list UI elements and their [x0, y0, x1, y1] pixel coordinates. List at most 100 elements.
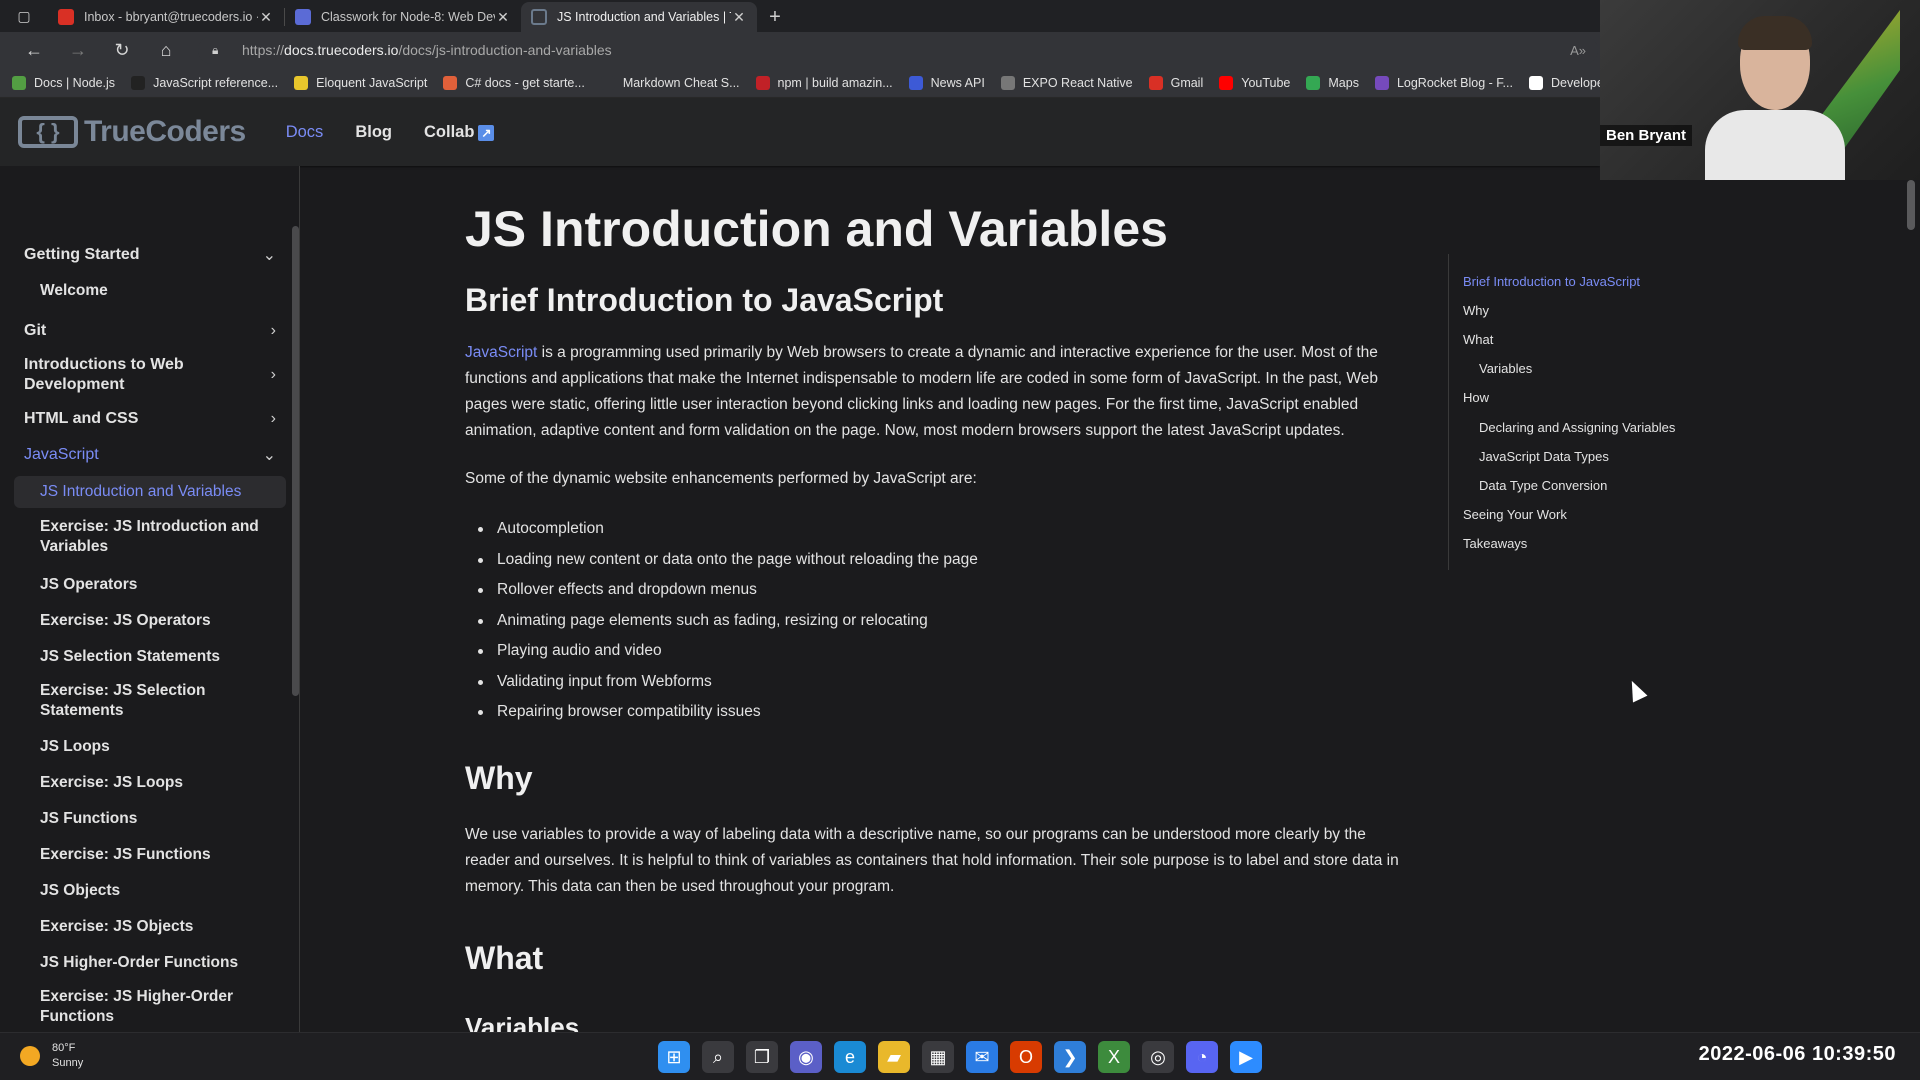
address-bar[interactable]: 🔒︎ https://docs.truecoders.io/docs/js-in…: [198, 36, 1598, 64]
bookmark-favicon-icon: [908, 75, 923, 90]
bookmark-item[interactable]: JavaScript reference...: [131, 75, 278, 90]
bookmark-item[interactable]: News API: [908, 75, 985, 90]
sidebar-item-js-selection[interactable]: JS Selection Statements: [14, 644, 286, 670]
section-heading-brief-intro: Brief Introduction to JavaScript: [465, 282, 944, 318]
url-host: docs.truecoders.io: [284, 42, 399, 58]
bookmark-label: Eloquent JavaScript: [316, 75, 428, 90]
back-arrow-icon[interactable]: ←: [12, 35, 56, 65]
chevron-down-icon: ⌄: [262, 447, 276, 464]
javascript-link[interactable]: JavaScript: [465, 344, 537, 361]
chrome-icon[interactable]: ◎: [1142, 1041, 1174, 1073]
close-icon[interactable]: ✕: [258, 9, 274, 26]
bookmark-item[interactable]: Eloquent JavaScript: [294, 75, 428, 90]
scrollbar-thumb[interactable]: [1907, 180, 1915, 230]
toc-link[interactable]: What: [1463, 332, 1493, 347]
sidebar-category-html-css[interactable]: HTML and CSS ›: [14, 406, 286, 432]
bookmark-item[interactable]: C# docs - get starte...: [443, 75, 585, 90]
bookmark-item[interactable]: YouTube: [1219, 75, 1291, 90]
bookmark-favicon-icon: [1000, 75, 1015, 90]
browser-tab-inbox[interactable]: Inbox - bbryant@truecoders.io · ✕: [48, 2, 284, 32]
sidebar-item-exercise-js-functions[interactable]: Exercise: JS Functions: [14, 842, 286, 868]
file-explorer-icon[interactable]: ▰: [878, 1041, 910, 1073]
bookmark-item[interactable]: LogRocket Blog - F...: [1374, 75, 1513, 90]
bookmark-item[interactable]: Docs | Node.js: [12, 75, 115, 90]
sidebar-item-exercise-js-objects[interactable]: Exercise: JS Objects: [14, 914, 286, 940]
close-icon[interactable]: ✕: [731, 9, 747, 26]
search-icon[interactable]: ⌕: [702, 1041, 734, 1073]
page-scrollbar[interactable]: [1905, 180, 1917, 1032]
toc-link[interactable]: Variables: [1479, 361, 1532, 376]
sidebar-item-label: JS Selection Statements: [40, 648, 221, 665]
tab-actions-icon[interactable]: ▢: [0, 0, 48, 32]
read-aloud-icon[interactable]: A»: [1570, 43, 1586, 58]
sidebar-item-js-higher-order[interactable]: JS Higher-Order Functions: [14, 950, 286, 976]
bookmark-item[interactable]: Markdown Cheat S...: [600, 75, 740, 90]
excel-like-icon[interactable]: X: [1098, 1041, 1130, 1073]
toc-link[interactable]: How: [1463, 390, 1489, 405]
tab-label: Inbox - bbryant@truecoders.io ·: [84, 10, 258, 24]
bookmark-label: Markdown Cheat S...: [622, 75, 740, 90]
discord-icon[interactable]: ◔: [1186, 1041, 1218, 1073]
toc-link[interactable]: Declaring and Assigning Variables: [1479, 420, 1675, 435]
truecoders-logo[interactable]: { } TrueCoders: [18, 115, 246, 149]
sidebar-category-intro-web-dev[interactable]: Introductions to Web Development ›: [14, 354, 286, 396]
bookmark-item[interactable]: Developer Roadm: [1528, 75, 1600, 90]
intro-paragraph-text: is a programming used primarily by Web b…: [465, 344, 1379, 439]
close-icon[interactable]: ✕: [495, 9, 511, 26]
datetime-overlay: 2022-06-06 10:39:50: [1698, 1043, 1896, 1065]
browser-tab-classwork[interactable]: Classwork for Node-8: Web Dev ✕: [285, 2, 521, 32]
sidebar-item-js-objects[interactable]: JS Objects: [14, 878, 286, 904]
reload-icon[interactable]: ↻: [100, 35, 144, 65]
zoom-icon[interactable]: ▶: [1230, 1041, 1262, 1073]
lock-icon: 🔒︎: [212, 42, 219, 57]
bookmark-item[interactable]: Gmail: [1148, 75, 1203, 90]
office-icon[interactable]: O: [1010, 1041, 1042, 1073]
forward-arrow-icon[interactable]: →: [56, 35, 100, 65]
sidebar-item-label: Exercise: JS Loops: [40, 774, 184, 791]
toc-link[interactable]: Why: [1463, 303, 1489, 318]
teams-icon[interactable]: ◉: [790, 1041, 822, 1073]
sidebar-item-js-loops[interactable]: JS Loops: [14, 734, 286, 760]
nav-blog-link[interactable]: Blog: [355, 123, 392, 142]
toc-link[interactable]: Takeaways: [1463, 536, 1527, 551]
weather-widget[interactable]: 80°F Sunny: [20, 1041, 83, 1071]
start-icon[interactable]: ⊞: [658, 1041, 690, 1073]
bookmark-item[interactable]: Maps: [1306, 75, 1359, 90]
toc-link[interactable]: JavaScript Data Types: [1479, 449, 1609, 464]
sidebar-category-javascript[interactable]: JavaScript ⌄: [14, 442, 286, 468]
sidebar-item-welcome[interactable]: Welcome: [14, 278, 286, 304]
vscode-icon[interactable]: ❯: [1054, 1041, 1086, 1073]
nav-docs-link[interactable]: Docs: [286, 123, 324, 142]
bookmark-label: Maps: [1328, 75, 1359, 90]
toc-link[interactable]: Data Type Conversion: [1479, 478, 1607, 493]
bookmark-favicon-icon: [294, 75, 309, 90]
bookmark-label: YouTube: [1241, 75, 1291, 90]
sidebar-item-exercise-js-higher-order[interactable]: Exercise: JS Higher-Order Functions: [14, 986, 286, 1028]
sidebar-item-label: JS Introduction and Variables: [40, 483, 242, 500]
toc-link[interactable]: Brief Introduction to JavaScript: [1463, 274, 1640, 289]
toc-link[interactable]: Seeing Your Work: [1463, 507, 1567, 522]
sidebar-category-getting-started[interactable]: Getting Started ⌄: [14, 242, 286, 268]
docs-sidebar: Getting Started ⌄ Welcome Git › Introduc…: [0, 166, 300, 1032]
sidebar-item-exercise-js-loops[interactable]: Exercise: JS Loops: [14, 770, 286, 796]
sidebar-category-git[interactable]: Git ›: [14, 318, 286, 344]
new-tab-icon[interactable]: +: [757, 2, 793, 32]
sidebar-item-js-intro-variables[interactable]: JS Introduction and Variables: [14, 476, 286, 508]
bookmark-item[interactable]: EXPO React Native: [1000, 75, 1133, 90]
store-icon[interactable]: ▦: [922, 1041, 954, 1073]
browser-tab-js-intro[interactable]: JS Introduction and Variables | T ✕: [521, 2, 757, 32]
sidebar-item-exercise-js-selection[interactable]: Exercise: JS Selection Statements: [14, 680, 286, 722]
task-view-icon[interactable]: ❐: [746, 1041, 778, 1073]
bookmark-favicon-icon: [1374, 75, 1389, 90]
nav-collab-link[interactable]: Collab ↗: [424, 123, 495, 142]
bookmark-item[interactable]: npm | build amazin...: [755, 75, 893, 90]
home-icon[interactable]: ⌂: [144, 35, 188, 65]
sidebar-scrollbar[interactable]: [292, 226, 299, 696]
sidebar-item-js-operators[interactable]: JS Operators: [14, 572, 286, 598]
sidebar-item-exercise-js-intro[interactable]: Exercise: JS Introduction and Variables: [14, 516, 286, 558]
edge-icon[interactable]: e: [834, 1041, 866, 1073]
mail-icon[interactable]: ✉: [966, 1041, 998, 1073]
sidebar-item-js-functions[interactable]: JS Functions: [14, 806, 286, 832]
sidebar-item-exercise-js-operators[interactable]: Exercise: JS Operators: [14, 608, 286, 634]
sidebar-item-label: Exercise: JS Higher-Order Functions: [40, 988, 233, 1025]
